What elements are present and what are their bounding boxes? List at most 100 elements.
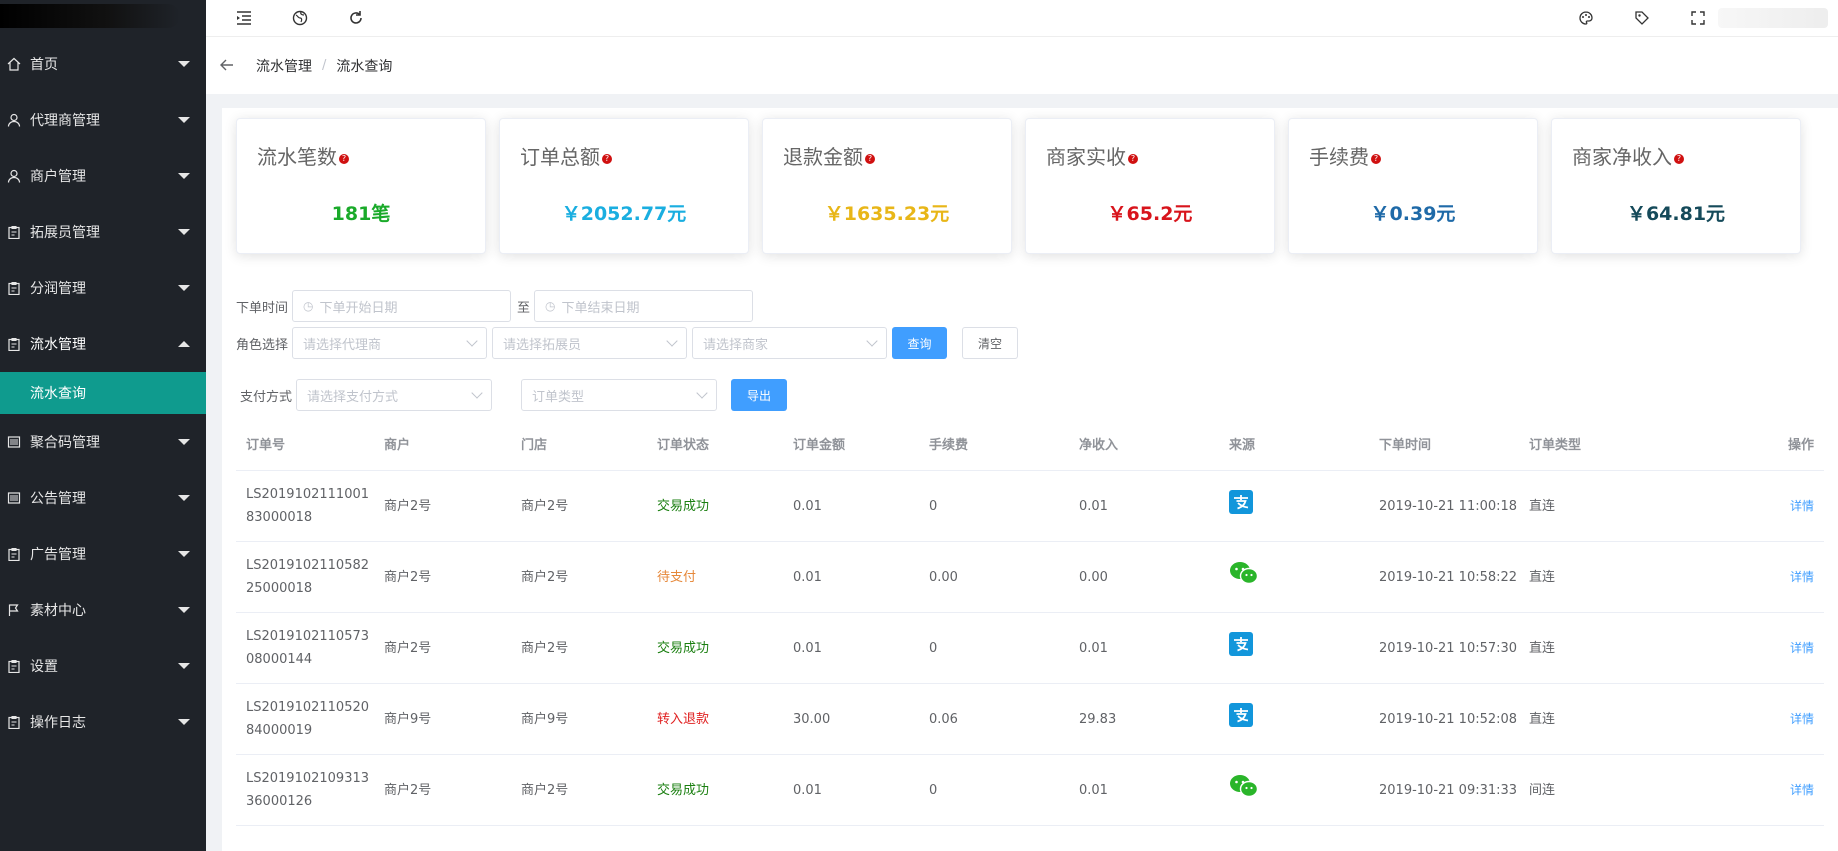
order-type-select[interactable]: 订单类型: [521, 379, 718, 411]
cell-fee: 0: [929, 498, 938, 514]
tag-icon[interactable]: [1632, 8, 1652, 28]
pay-method-placeholder: 请选择支付方式: [307, 389, 399, 405]
barcode-icon: [6, 490, 22, 506]
help-icon[interactable]: ?: [865, 153, 875, 164]
table-row[interactable]: LS201910211100183000018 商户2号 商户2号 交易成功 0.01 0…: [236, 471, 1824, 542]
cell-type: 间连: [1529, 782, 1556, 798]
menu-fold-icon[interactable]: [234, 8, 254, 28]
cell-merchant: 商户9号: [384, 711, 432, 727]
table-row[interactable]: LS201910210931336000126 商户2号 商户2号 交易成功 0.01 0…: [236, 755, 1824, 826]
order-time-label: 下单时间: [236, 300, 289, 316]
help-icon[interactable]: ?: [1674, 153, 1684, 164]
help-icon[interactable]: ?: [1128, 153, 1138, 164]
stat-value: ￥2052.77元: [561, 203, 687, 225]
caret-down-icon: [178, 173, 190, 179]
source-cell: [1219, 490, 1369, 522]
promoter-select[interactable]: 请选择拓展员: [492, 327, 688, 359]
clear-button[interactable]: 清空: [962, 327, 1019, 359]
logo-blur: [0, 4, 180, 28]
pay-method-label: 支付方式: [240, 389, 293, 405]
sidebar-subitem-active[interactable]: 流水查询: [0, 372, 206, 414]
detail-link[interactable]: 详情: [1790, 570, 1814, 584]
refresh-icon[interactable]: [346, 8, 366, 28]
cell-store: 商户9号: [521, 711, 569, 727]
cell-merchant: 商户2号: [384, 782, 432, 798]
sidebar-item-label: 广告管理: [30, 547, 86, 563]
table-row[interactable]: LS201910211057308000144 商户2号 商户2号 交易成功 0.01 0…: [236, 613, 1824, 684]
cell-amount: 0.01: [793, 498, 822, 514]
source-cell: [1219, 703, 1369, 735]
clipboard-icon: [6, 336, 22, 352]
breadcrumb-item[interactable]: 流水管理: [256, 56, 312, 76]
cell-store: 商户2号: [521, 569, 569, 585]
cell-type: 直连: [1529, 640, 1556, 656]
sidebar-item[interactable]: 素材中心: [0, 582, 206, 638]
back-arrow-icon[interactable]: [220, 56, 240, 75]
help-icon[interactable]: ?: [1371, 153, 1381, 164]
export-button[interactable]: 导出: [731, 379, 788, 411]
cell-status: 待支付: [657, 569, 697, 585]
sidebar-item[interactable]: 代理商管理: [0, 92, 206, 148]
table-row[interactable]: LS201910211052084000019 商户9号 商户9号 转入退款 30.00…: [236, 684, 1824, 755]
sidebar-item[interactable]: 聚合码管理: [0, 414, 206, 470]
column-header: 手续费: [929, 438, 969, 453]
home-icon: [6, 56, 22, 72]
sidebar-item[interactable]: 首页: [0, 36, 206, 92]
stat-title: 订单总额?: [520, 141, 612, 170]
stat-value: ￥0.39元: [1370, 203, 1456, 225]
caret-down-icon: [178, 607, 190, 613]
clipboard-icon: [6, 658, 22, 674]
sidebar-item-label: 流水管理: [30, 337, 86, 353]
sidebar-item[interactable]: 拓展员管理: [0, 204, 206, 260]
stat-title: 流水笔数?: [257, 141, 349, 170]
sidebar-item[interactable]: 流水管理: [0, 316, 206, 372]
globe-icon[interactable]: [290, 8, 310, 28]
detail-link[interactable]: 详情: [1790, 641, 1814, 655]
sidebar-item[interactable]: 广告管理: [0, 526, 206, 582]
cell-type: 直连: [1529, 498, 1556, 514]
cell-amount: 0.01: [793, 569, 822, 585]
stat-title-text: 流水笔数: [257, 145, 337, 169]
to-label: 至: [517, 300, 531, 316]
detail-link[interactable]: 详情: [1790, 783, 1814, 797]
alipay-icon: [1229, 703, 1253, 727]
cell-fee: 0: [929, 782, 938, 798]
sidebar-item[interactable]: 操作日志: [0, 694, 206, 750]
source-cell: [1219, 632, 1369, 664]
palette-icon[interactable]: [1576, 8, 1596, 28]
end-date-input[interactable]: ◷ 下单结束日期: [534, 290, 754, 322]
stat-title-text: 退款金额: [783, 145, 863, 169]
detail-link[interactable]: 详情: [1790, 712, 1814, 726]
user-avatar-area[interactable]: [1718, 8, 1828, 28]
stat-title-text: 商家净收入: [1572, 145, 1672, 169]
pay-method-select[interactable]: 请选择支付方式: [296, 379, 493, 411]
sidebar-item[interactable]: 分润管理: [0, 260, 206, 316]
caret-down-icon: [178, 229, 190, 235]
chevron-down-icon: [471, 387, 483, 399]
cell-store: 商户2号: [521, 498, 569, 514]
table-row[interactable]: LS201910211058225000018 商户2号 商户2号 待支付 0.01 0.…: [236, 542, 1824, 613]
stat-title: 商家净收入?: [1572, 141, 1684, 170]
sidebar-item-label: 分润管理: [30, 281, 86, 297]
help-icon[interactable]: ?: [339, 153, 349, 164]
merchant-select[interactable]: 请选择商家: [692, 327, 888, 359]
filter-row-pay: 支付方式 请选择支付方式 订单类型 导出: [240, 379, 788, 411]
cell-order-no: LS201910210931336000126: [246, 771, 370, 809]
agent-select[interactable]: 请选择代理商: [292, 327, 488, 359]
filter-row-time: 下单时间 ◷ 下单开始日期 至 ◷ 下单结束日期: [236, 290, 754, 322]
sidebar-item[interactable]: 设置: [0, 638, 206, 694]
cell-order-no: LS201910211057308000144: [246, 629, 370, 667]
detail-link[interactable]: 详情: [1790, 499, 1814, 513]
end-date-placeholder: 下单结束日期: [561, 300, 640, 316]
query-button[interactable]: 查询: [892, 327, 948, 359]
sidebar-item-label: 聚合码管理: [30, 435, 100, 451]
fullscreen-icon[interactable]: [1688, 8, 1708, 28]
start-date-input[interactable]: ◷ 下单开始日期: [292, 290, 512, 322]
sidebar-item[interactable]: 公告管理: [0, 470, 206, 526]
chevron-down-icon: [466, 335, 478, 347]
sidebar-item-label: 首页: [30, 57, 58, 73]
sidebar-item[interactable]: 商户管理: [0, 148, 206, 204]
flag-icon: [6, 602, 22, 618]
stat-title-text: 商家实收: [1046, 145, 1126, 169]
help-icon[interactable]: ?: [602, 153, 612, 164]
